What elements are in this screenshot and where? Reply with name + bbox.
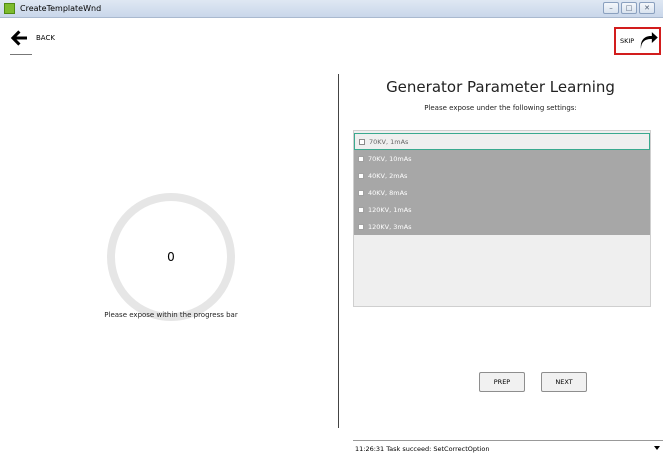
row-checkbox[interactable]	[358, 206, 364, 213]
settings-row[interactable]: 120KV, 3mAs	[354, 218, 650, 235]
settings-row[interactable]: 70KV, 10mAs	[354, 150, 650, 167]
back-underline	[10, 54, 32, 55]
status-message: 11:26:31 Task succeed: SetCorrectOption	[355, 444, 490, 453]
progress-counter: 0	[167, 250, 175, 264]
curved-arrow-right-icon	[641, 32, 659, 49]
settings-row[interactable]: 40KV, 2mAs	[354, 167, 650, 184]
status-bar[interactable]: 11:26:31 Task succeed: SetCorrectOption	[353, 440, 663, 456]
prep-button[interactable]: PREP	[479, 372, 525, 392]
title-bar: CreateTemplateWnd – □ ✕	[0, 0, 663, 18]
arrow-left-icon	[10, 30, 28, 46]
back-label: BACK	[36, 34, 55, 42]
expose-instruction: Please expose within the progress bar	[104, 311, 238, 319]
minimize-button[interactable]: –	[603, 2, 619, 14]
row-label: 120KV, 1mAs	[368, 205, 412, 214]
next-button[interactable]: NEXT	[541, 372, 587, 392]
app-icon	[4, 3, 15, 14]
settings-row[interactable]: 120KV, 1mAs	[354, 201, 650, 218]
row-checkbox[interactable]	[358, 155, 364, 162]
row-checkbox[interactable]	[358, 172, 364, 179]
back-button[interactable]: BACK	[10, 30, 55, 46]
settings-list: 70KV, 1mAs 70KV, 10mAs 40KV, 2mAs 40KV, …	[353, 130, 651, 307]
settings-row[interactable]: 70KV, 1mAs	[354, 133, 650, 150]
page-subtitle: Please expose under the following settin…	[424, 104, 577, 112]
row-label: 70KV, 1mAs	[369, 137, 409, 146]
vertical-divider	[338, 74, 339, 428]
row-label: 120KV, 3mAs	[368, 222, 412, 231]
row-label: 40KV, 2mAs	[368, 171, 408, 180]
row-label: 40KV, 8mAs	[368, 188, 408, 197]
close-button[interactable]: ✕	[639, 2, 655, 14]
window-controls: – □ ✕	[603, 2, 655, 14]
page-title: Generator Parameter Learning	[386, 78, 615, 96]
window-title: CreateTemplateWnd	[20, 4, 102, 13]
row-checkbox[interactable]	[358, 223, 364, 230]
settings-row[interactable]: 40KV, 8mAs	[354, 184, 650, 201]
maximize-button[interactable]: □	[621, 2, 637, 14]
chevron-down-icon[interactable]	[654, 446, 660, 450]
skip-label: SKIP	[620, 37, 635, 45]
row-checkbox[interactable]	[359, 138, 365, 145]
main-content: BACK SKIP 0 Please expose within the pro…	[0, 18, 663, 456]
row-label: 70KV, 10mAs	[368, 154, 412, 163]
skip-button[interactable]: SKIP	[614, 27, 661, 55]
row-checkbox[interactable]	[358, 189, 364, 196]
